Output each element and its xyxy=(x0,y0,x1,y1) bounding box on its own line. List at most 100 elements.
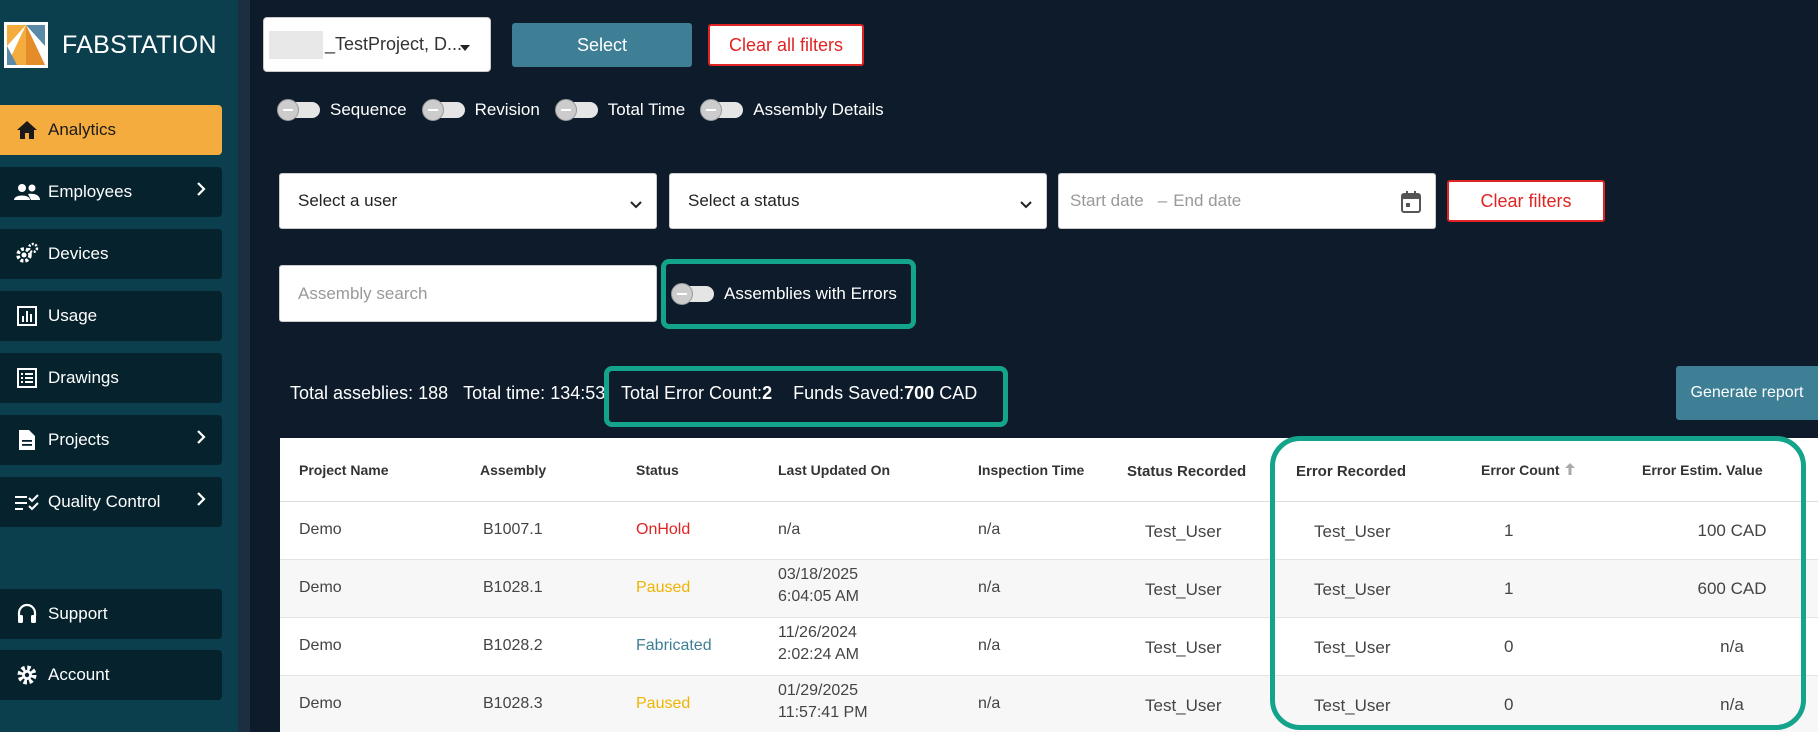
chevron-down-icon xyxy=(630,194,642,214)
date-range-picker[interactable]: Start date – End date xyxy=(1058,173,1436,229)
sidebar-divider xyxy=(238,0,250,732)
assembly-search-input[interactable]: Assembly search xyxy=(279,265,657,322)
assemblies-with-errors-label: Assemblies with Errors xyxy=(724,284,897,303)
status-cell: Fabricated xyxy=(636,637,712,654)
brand-logo[interactable]: FABSTATION xyxy=(4,22,217,68)
total-time-toggle-label: Total Time xyxy=(607,100,686,119)
end-date-input[interactable]: End date xyxy=(1173,191,1241,211)
project-select[interactable]: _TestProject, D... xyxy=(263,17,491,72)
status-cell: OnHold xyxy=(636,521,691,538)
status-select[interactable]: Select a status xyxy=(669,173,1047,229)
last-updated-cell: n/a xyxy=(778,521,801,538)
sidebar-item-analytics[interactable]: Analytics xyxy=(0,105,222,155)
fabstation-logo-icon xyxy=(4,22,48,68)
date-separator: – xyxy=(1157,191,1168,210)
error-stats: Total Error Count:2 Funds Saved:700 CAD xyxy=(621,383,977,404)
revision-toggle-label: Revision xyxy=(474,100,540,119)
error-count-value: 2 xyxy=(762,383,773,403)
project-name-cell: Demo xyxy=(299,521,342,538)
list-icon xyxy=(14,365,40,391)
highlight-box xyxy=(1270,436,1806,730)
user-select-value: Select a user xyxy=(298,191,398,210)
sequence-toggle[interactable] xyxy=(277,99,320,121)
total-time-value: 134:53 xyxy=(550,383,606,403)
revision-toggle[interactable] xyxy=(421,99,465,121)
last-updated-time-cell: 6:04:05 AM xyxy=(778,588,859,605)
checklist-icon xyxy=(14,489,40,515)
sidebar-item-label: Projects xyxy=(48,430,110,449)
sidebar-item-support[interactable]: Support xyxy=(0,589,222,639)
sidebar-item-projects[interactable]: Projects xyxy=(0,415,222,465)
sidebar-item-label: Drawings xyxy=(48,368,119,387)
sidebar-item-devices[interactable]: Devices xyxy=(0,229,222,279)
total-assemblies-value: 188 xyxy=(418,383,449,403)
summary-stats: Total asseblies: 188 Total time: 134:53 xyxy=(290,383,605,404)
generate-report-button[interactable]: Generate report xyxy=(1676,366,1818,420)
column-header-status-recorded[interactable]: Status Recorded xyxy=(1127,463,1246,480)
status-select-value: Select a status xyxy=(688,191,800,210)
toggle-knob xyxy=(277,99,299,121)
user-select[interactable]: Select a user xyxy=(279,173,657,229)
last-updated-time-cell: 11:57:41 PM xyxy=(778,704,868,721)
redacted-block xyxy=(269,30,323,59)
chevron-down-icon xyxy=(1020,194,1032,214)
sidebar-item-account[interactable]: Account xyxy=(0,650,222,700)
total-time-toggle[interactable] xyxy=(554,99,598,121)
sidebar-item-usage[interactable]: Usage xyxy=(0,291,222,341)
assembly-search-placeholder: Assembly search xyxy=(298,283,428,303)
sidebar-item-label: Support xyxy=(48,604,108,623)
status-recorded-cell: Test_User xyxy=(1145,696,1222,715)
total-time-label: Total time: xyxy=(463,383,546,403)
sidebar: FABSTATION Analytics Employees Devices U… xyxy=(0,0,238,732)
toggle-knob xyxy=(421,99,444,121)
column-header-project-name[interactable]: Project Name xyxy=(299,462,388,478)
clear-filters-button[interactable]: Clear filters xyxy=(1447,180,1605,222)
assembly-cell: B1028.2 xyxy=(483,637,543,654)
start-date-input[interactable]: Start date xyxy=(1070,191,1144,211)
column-header-status[interactable]: Status xyxy=(636,462,679,478)
chevron-right-icon xyxy=(196,491,206,512)
sidebar-item-drawings[interactable]: Drawings xyxy=(0,353,222,403)
sidebar-item-quality-control[interactable]: Quality Control xyxy=(0,477,222,527)
project-name-cell: Demo xyxy=(299,637,342,654)
funds-saved-unit: CAD xyxy=(939,383,978,403)
status-cell: Paused xyxy=(636,579,691,596)
headphones-icon xyxy=(14,601,40,627)
home-icon xyxy=(14,117,40,143)
chevron-right-icon xyxy=(196,181,206,202)
select-button[interactable]: Select xyxy=(512,23,692,67)
column-header-last-updated[interactable]: Last Updated On xyxy=(778,462,890,478)
toggle-knob xyxy=(700,99,723,121)
toggle-knob xyxy=(671,283,693,305)
column-header-inspection-time[interactable]: Inspection Time xyxy=(978,462,1084,478)
gear-icon xyxy=(14,662,40,688)
error-count-label: Total Error Count: xyxy=(621,383,763,403)
assembly-cell: B1007.1 xyxy=(483,521,543,538)
assembly-details-toggle[interactable] xyxy=(700,99,744,121)
status-recorded-cell: Test_User xyxy=(1145,580,1222,599)
calendar-icon[interactable] xyxy=(1401,191,1421,218)
column-header-assembly[interactable]: Assembly xyxy=(480,462,546,478)
sidebar-item-label: Employees xyxy=(48,182,133,201)
funds-saved-label: Funds Saved: xyxy=(793,383,905,403)
caret-down-icon xyxy=(460,45,470,51)
assemblies-with-errors-toggle[interactable] xyxy=(671,283,714,305)
bar-chart-icon xyxy=(14,303,40,329)
people-icon xyxy=(14,179,40,205)
inspection-time-cell: n/a xyxy=(978,579,1001,596)
assembly-cell: B1028.3 xyxy=(483,695,543,712)
last-updated-time-cell: 2:02:24 AM xyxy=(778,646,859,663)
inspection-time-cell: n/a xyxy=(978,695,1001,712)
chevron-right-icon xyxy=(196,429,206,450)
assembly-details-toggle-label: Assembly Details xyxy=(753,100,884,119)
clear-all-filters-button[interactable]: Clear all filters xyxy=(708,24,864,66)
project-select-value: _TestProject, D... xyxy=(325,34,463,54)
sidebar-item-employees[interactable]: Employees xyxy=(0,167,222,217)
sidebar-item-label: Devices xyxy=(48,244,109,263)
toggle-row: Sequence Revision Total Time Assembly De… xyxy=(277,99,902,121)
project-name-cell: Demo xyxy=(299,695,342,712)
status-recorded-cell: Test_User xyxy=(1145,522,1222,541)
toggle-knob xyxy=(554,99,577,121)
status-cell: Paused xyxy=(636,695,691,712)
assembly-cell: B1028.1 xyxy=(483,579,543,596)
